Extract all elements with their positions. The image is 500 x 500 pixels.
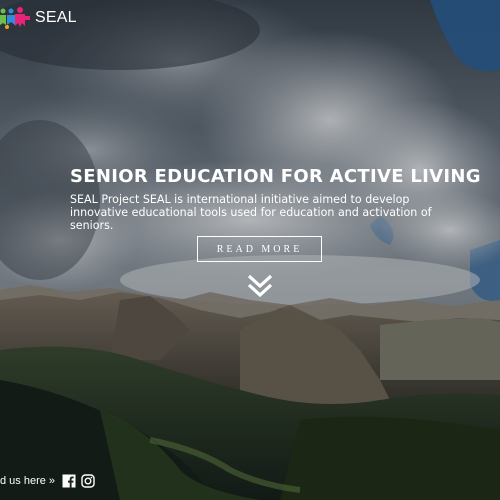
instagram-icon[interactable]: [81, 474, 95, 488]
read-more-button[interactable]: READ MORE: [197, 236, 322, 262]
puzzle-people-logo-icon: [0, 7, 30, 29]
follow-us-label: d us here »: [0, 475, 56, 487]
facebook-icon[interactable]: [62, 474, 76, 488]
social-links: [62, 474, 100, 488]
double-chevron-down-icon: [247, 274, 273, 298]
scroll-down-button[interactable]: [246, 272, 274, 300]
hero-description: SEAL Project SEAL is international initi…: [70, 193, 432, 232]
hero-headline: SENIOR EDUCATION FOR ACTIVE LIVING: [70, 166, 481, 187]
site-logo[interactable]: SEAL: [0, 6, 77, 30]
read-more-label: READ MORE: [216, 243, 303, 255]
logo-text: SEAL: [35, 9, 77, 26]
follow-us-bar: d us here »: [0, 472, 100, 490]
